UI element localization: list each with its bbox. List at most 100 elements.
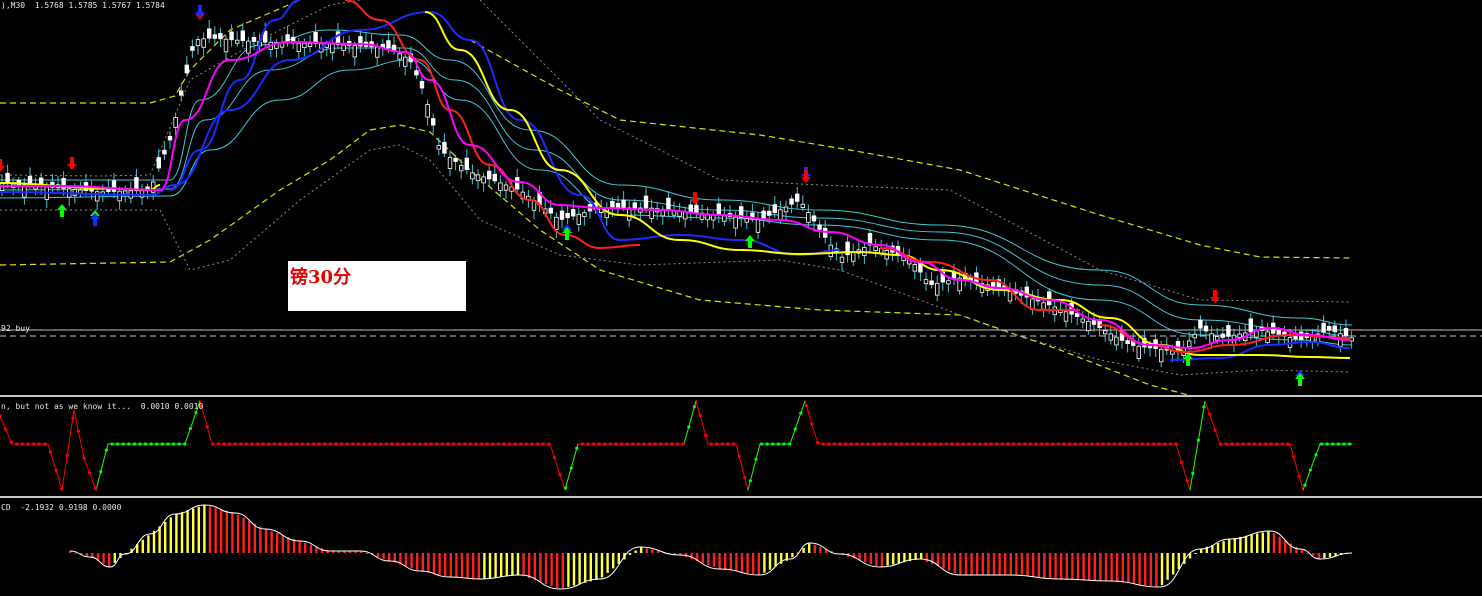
candle-body xyxy=(1209,333,1214,344)
signal-dot xyxy=(233,442,237,446)
signal-dot xyxy=(1000,442,1005,446)
macd-histogram-bar xyxy=(152,530,156,553)
macd-histogram-bar xyxy=(819,546,822,553)
signal-indicator-pane[interactable]: n, but not as we know it... 0.0010 0.001… xyxy=(0,398,1482,496)
signal-dot xyxy=(384,442,388,446)
signal-dot xyxy=(586,442,590,446)
macd-histogram-bar xyxy=(248,520,251,553)
signal-dot xyxy=(1224,442,1228,446)
macd-histogram-bar xyxy=(270,531,273,553)
macd-histogram-bar xyxy=(880,553,884,567)
macd-header: CD -2.1932 0.9198 0.0000 xyxy=(1,503,121,512)
candle-body xyxy=(839,256,845,263)
macd-pane[interactable]: CD -2.1932 0.9198 0.0000 xyxy=(0,499,1482,596)
price-chart-canvas[interactable] xyxy=(0,0,1482,395)
signal-dot xyxy=(513,442,517,446)
signal-dot xyxy=(715,442,719,446)
note-text: 镑30分 xyxy=(290,267,352,288)
candle-body xyxy=(582,212,587,217)
signal-dot xyxy=(698,413,702,417)
signal-dot xyxy=(480,442,484,446)
signal-dot xyxy=(1325,442,1329,446)
macd-histogram-bar xyxy=(1127,553,1130,584)
macd-histogram-bar xyxy=(724,553,727,570)
signal-dot xyxy=(793,427,797,431)
macd-histogram-bar xyxy=(147,535,150,553)
candle-body xyxy=(694,204,699,214)
candle-body xyxy=(935,282,940,296)
signal-dot xyxy=(351,442,355,446)
signal-dot xyxy=(373,442,377,446)
signal-dot xyxy=(194,410,198,415)
candle-body xyxy=(458,165,464,172)
candle-body xyxy=(772,204,777,213)
macd-histogram-bar xyxy=(421,553,424,572)
signal-dot xyxy=(894,442,898,446)
macd-histogram-bar xyxy=(752,553,755,574)
candle-body xyxy=(1041,302,1046,310)
signal-arrow-blue-icon xyxy=(195,5,205,18)
envelope-upper-line xyxy=(0,0,301,104)
candle-body xyxy=(391,44,397,51)
candle-body xyxy=(778,209,783,220)
candle-body xyxy=(761,210,766,219)
signal-dot xyxy=(1006,442,1010,446)
signal-dot xyxy=(1331,442,1335,446)
signal-dot xyxy=(967,442,971,446)
signal-dot xyxy=(1308,468,1312,472)
price-chart-pane[interactable]: ),M30 1.5768 1.5785 1.5767 1.5784 92 buy… xyxy=(0,0,1482,395)
candle-body xyxy=(307,43,313,48)
signal-dot xyxy=(547,442,551,446)
signal-dot xyxy=(614,442,618,446)
macd-histogram-bar xyxy=(763,553,766,573)
signal-indicator-canvas[interactable] xyxy=(0,398,1482,496)
pane-separator-2[interactable] xyxy=(0,496,1482,498)
candle-body xyxy=(912,264,917,272)
candle-body xyxy=(795,193,800,202)
macd-histogram-bar xyxy=(276,533,279,553)
signal-dot xyxy=(267,442,271,446)
signal-dot xyxy=(608,442,613,446)
candle-body xyxy=(1248,318,1253,333)
macd-histogram-bar xyxy=(774,553,777,567)
candle-body xyxy=(621,199,626,209)
signal-dot xyxy=(1017,442,1021,446)
macd-histogram-bar xyxy=(500,553,503,577)
signal-dot xyxy=(1146,442,1150,446)
macd-histogram-bar xyxy=(1317,553,1320,559)
candle-body xyxy=(610,200,615,209)
signal-dot xyxy=(530,442,534,446)
signal-dot xyxy=(653,442,657,446)
macd-histogram-bar xyxy=(651,549,654,553)
macd-name: CD xyxy=(1,503,11,512)
candle-body xyxy=(1136,345,1141,359)
signal-dot xyxy=(1084,442,1088,446)
signal-dot xyxy=(429,442,433,446)
candle-body xyxy=(498,182,503,191)
signal-dot xyxy=(1286,442,1290,446)
candle-body xyxy=(475,174,481,182)
macd-histogram-bar xyxy=(981,553,984,575)
signal-dot xyxy=(272,442,276,446)
signal-dot xyxy=(603,442,607,446)
signal-dot xyxy=(1185,479,1189,483)
macd-histogram-bar xyxy=(404,553,408,567)
signal-dot xyxy=(1068,442,1072,446)
macd-histogram-bar xyxy=(589,553,592,582)
signal-dot xyxy=(933,442,937,446)
candle-body xyxy=(744,218,749,223)
macd-histogram-bar xyxy=(455,553,458,578)
macd-canvas[interactable] xyxy=(0,499,1482,596)
signal-dot xyxy=(760,442,764,446)
signal-dot xyxy=(737,454,741,458)
macd-histogram-bar xyxy=(253,523,256,553)
signal-line-green xyxy=(1302,443,1352,491)
pane-separator-1[interactable] xyxy=(0,395,1482,397)
macd-histogram-bar xyxy=(472,553,475,579)
signal-dot xyxy=(99,470,103,474)
signal-dot xyxy=(356,442,360,446)
signal-line-green xyxy=(1189,400,1206,491)
candle-body xyxy=(515,177,520,190)
signal-dot xyxy=(0,414,2,418)
signal-dot xyxy=(379,442,383,446)
